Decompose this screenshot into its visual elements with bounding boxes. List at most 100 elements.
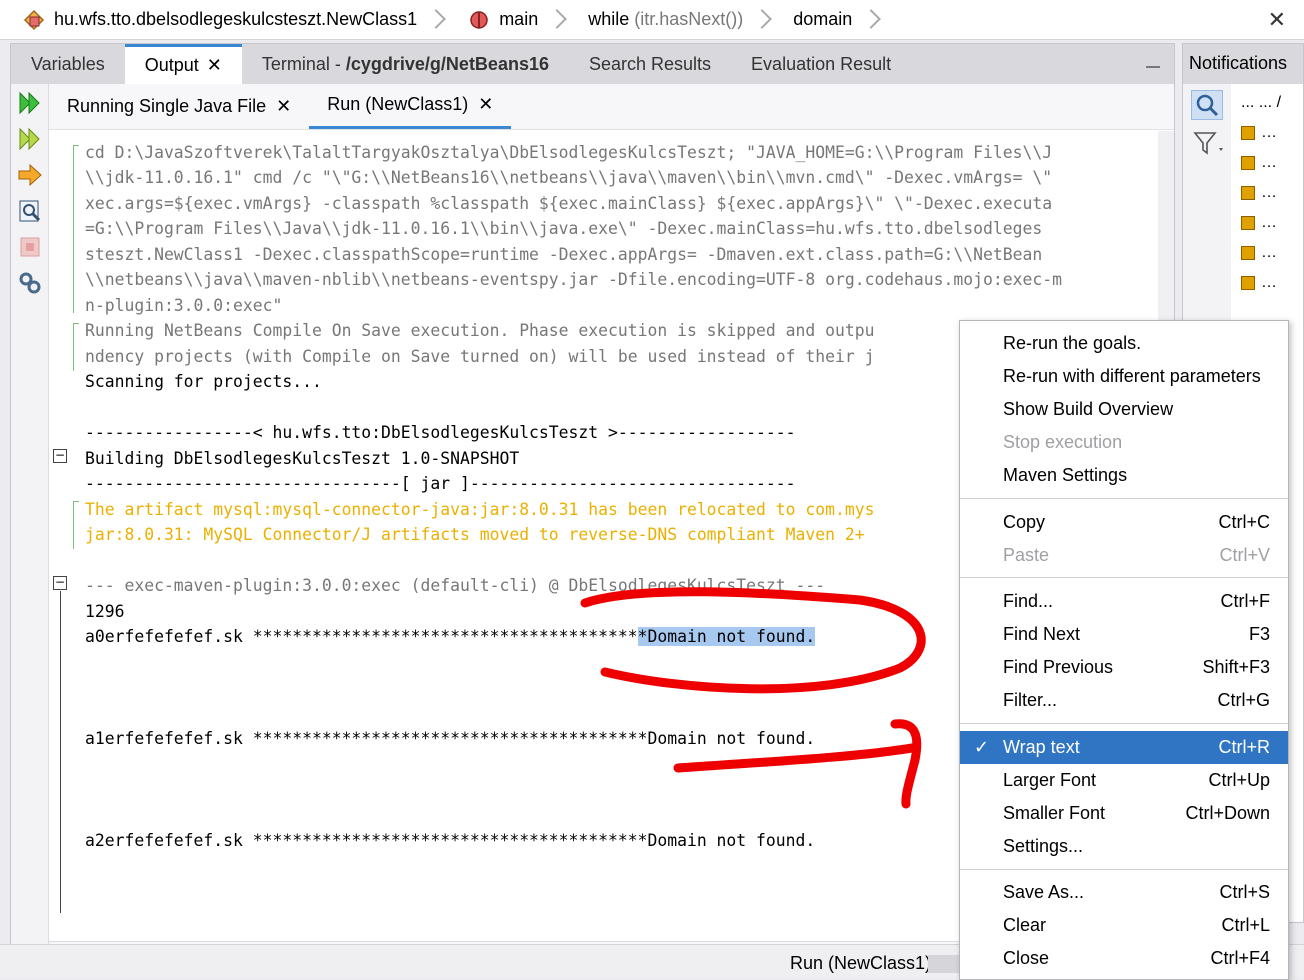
notification-row[interactable]: … — [1241, 118, 1303, 148]
console-line: a1erfefefefef.sk ***********************… — [85, 729, 816, 748]
console-line: n-plugin:3.0.0:exec" — [85, 296, 283, 315]
subtab-running-single-java-file[interactable]: Running Single Java File ✕ — [49, 83, 309, 129]
collapse-icon[interactable]: − — [53, 576, 67, 590]
menu-copy[interactable]: Copy Ctrl+C — [960, 506, 1288, 539]
console-line: a0erfefefefef.sk ***********************… — [85, 625, 816, 649]
menu-wrap-text[interactable]: ✓ Wrap text Ctrl+R — [960, 731, 1288, 764]
breadcrumb-domain-label: domain — [793, 9, 853, 29]
menu-label: Paste — [1003, 545, 1050, 565]
menu-close[interactable]: Close Ctrl+F4 — [960, 942, 1288, 975]
close-icon[interactable]: ✕ — [207, 55, 222, 76]
arrow-right-icon[interactable] — [17, 162, 43, 188]
console-line: a2erfefefefef.sk ***********************… — [85, 831, 816, 850]
filter-icon[interactable] — [1193, 130, 1227, 158]
menu-label: Stop execution — [1003, 432, 1123, 452]
breadcrumb-while-label: while — [588, 9, 630, 29]
console-line: 1296 — [85, 602, 125, 621]
checkmark-icon: ✓ — [974, 737, 990, 757]
notifications-title[interactable]: Notifications — [1183, 44, 1303, 84]
tab-terminal[interactable]: Terminal - /cygdrive/g/NetBeans16 — [242, 44, 569, 84]
notification-row[interactable]: … — [1241, 178, 1303, 208]
close-icon[interactable]: ✕ — [1268, 7, 1286, 33]
search-icon[interactable] — [1191, 90, 1223, 120]
breadcrumb-class[interactable]: hu.wfs.tto.dbelsodlegeskulcsteszt.NewCla… — [0, 0, 445, 40]
console-warning-line: The artifact mysql:mysql-connector-java:… — [85, 500, 875, 519]
minimize-icon[interactable] — [1146, 54, 1160, 68]
menu-label: Close — [1003, 948, 1050, 968]
menu-label: Save As... — [1003, 882, 1085, 902]
rerun-icon[interactable] — [17, 90, 43, 116]
tab-output[interactable]: Output ✕ — [124, 44, 242, 84]
notification-row[interactable]: … — [1241, 238, 1303, 268]
breadcrumb-method-label: main — [499, 9, 539, 29]
tab-evaluation-result[interactable]: Evaluation Result — [731, 44, 911, 84]
breadcrumb-while[interactable]: while (itr.hasNext()) — [566, 0, 771, 40]
window-tabs: Variables Output ✕ Terminal - /cygdrive/g… — [11, 44, 1174, 84]
menu-clear[interactable]: Clear Ctrl+L — [960, 909, 1288, 942]
build-overview-icon[interactable] — [17, 198, 43, 224]
console-line: ndency projects (with Compile on Save tu… — [85, 347, 875, 366]
menu-label: Show Build Overview — [1003, 399, 1174, 419]
menu-smaller-font[interactable]: Smaller Font Ctrl+Down — [960, 797, 1288, 830]
menu-shortcut: Shift+F3 — [1202, 657, 1270, 677]
console-line: steszt.NewClass1 -Dexec.classpathScope=r… — [85, 245, 1043, 264]
menu-label: Find Next — [1003, 624, 1081, 644]
fold-bracket — [73, 501, 79, 549]
notifications-list: ... ... / … … … … … … — [1241, 88, 1303, 298]
menu-label: Filter... — [1003, 690, 1058, 710]
tab-terminal-prefix: Terminal - — [261, 53, 341, 74]
menu-settings[interactable]: Settings... — [960, 830, 1288, 863]
menu-shortcut: Ctrl+S — [1219, 882, 1270, 902]
collapse-icon[interactable]: − — [53, 449, 67, 463]
menu-label: Settings... — [1003, 836, 1084, 856]
close-icon[interactable]: ✕ — [478, 94, 493, 115]
menu-find[interactable]: Find... Ctrl+F — [960, 585, 1288, 618]
close-icon[interactable]: ✕ — [276, 96, 291, 117]
subtab-run-newclass1[interactable]: Run (NewClass1) ✕ — [309, 83, 512, 129]
menu-maven-settings[interactable]: Maven Settings — [960, 459, 1288, 492]
selected-text: *Domain not found. — [637, 627, 816, 646]
chevron-right-icon — [757, 8, 771, 32]
menu-label: Maven Settings — [1003, 465, 1128, 485]
menu-rerun-different-params[interactable]: Re-run with different parameters — [960, 360, 1288, 393]
tab-evaluation-label: Evaluation Result — [751, 53, 892, 74]
menu-separator — [960, 869, 1288, 870]
menu-find-previous[interactable]: Find Previous Shift+F3 — [960, 651, 1288, 684]
menu-rerun-goals[interactable]: Re-run the goals. — [960, 327, 1288, 360]
settings-icon[interactable] — [17, 270, 43, 296]
console-line: Running NetBeans Compile On Save executi… — [85, 321, 875, 340]
menu-find-next[interactable]: Find Next F3 — [960, 618, 1288, 651]
tab-variables[interactable]: Variables — [11, 44, 125, 84]
notification-icon — [1241, 156, 1255, 170]
rerun-with-params-icon[interactable] — [17, 126, 43, 152]
console-line: --------------------------------[ jar ]-… — [85, 474, 796, 493]
menu-larger-font[interactable]: Larger Font Ctrl+Up — [960, 764, 1288, 797]
notification-icon — [1241, 276, 1255, 290]
tab-search-results[interactable]: Search Results — [569, 44, 731, 84]
notification-row[interactable]: … — [1241, 148, 1303, 178]
fold-bracket — [73, 323, 79, 371]
fold-guide — [60, 591, 61, 913]
menu-label: Clear — [1003, 915, 1047, 935]
console-line: Scanning for projects... — [85, 372, 322, 391]
menu-label: Find... — [1003, 591, 1054, 611]
menu-shortcut: F3 — [1248, 624, 1270, 644]
menu-shortcut: Ctrl+F4 — [1210, 948, 1270, 968]
console-line: --- exec-maven-plugin:3.0.0:exec (defaul… — [85, 576, 826, 595]
stop-icon[interactable] — [17, 234, 43, 260]
breadcrumb-domain[interactable]: domain — [771, 0, 880, 40]
breadcrumb-method[interactable]: main — [445, 0, 566, 40]
console-line: =G:\\Program Files\\Java\\jdk-11.0.16.1\… — [85, 219, 1043, 238]
notification-icon — [1241, 126, 1255, 140]
status-run-label[interactable]: Run (NewClass1) — [790, 953, 931, 974]
notification-row[interactable]: … — [1241, 268, 1303, 298]
context-menu: Re-run the goals. Re-run with different … — [959, 320, 1289, 980]
menu-shortcut: Ctrl+L — [1221, 915, 1270, 935]
notification-row[interactable]: … — [1241, 208, 1303, 238]
notification-icon — [1241, 186, 1255, 200]
method-icon — [467, 8, 491, 32]
menu-show-build-overview[interactable]: Show Build Overview — [960, 393, 1288, 426]
menu-filter[interactable]: Filter... Ctrl+G — [960, 684, 1288, 717]
menu-shortcut: Ctrl+C — [1218, 512, 1270, 532]
menu-save-as[interactable]: Save As... Ctrl+S — [960, 876, 1288, 909]
